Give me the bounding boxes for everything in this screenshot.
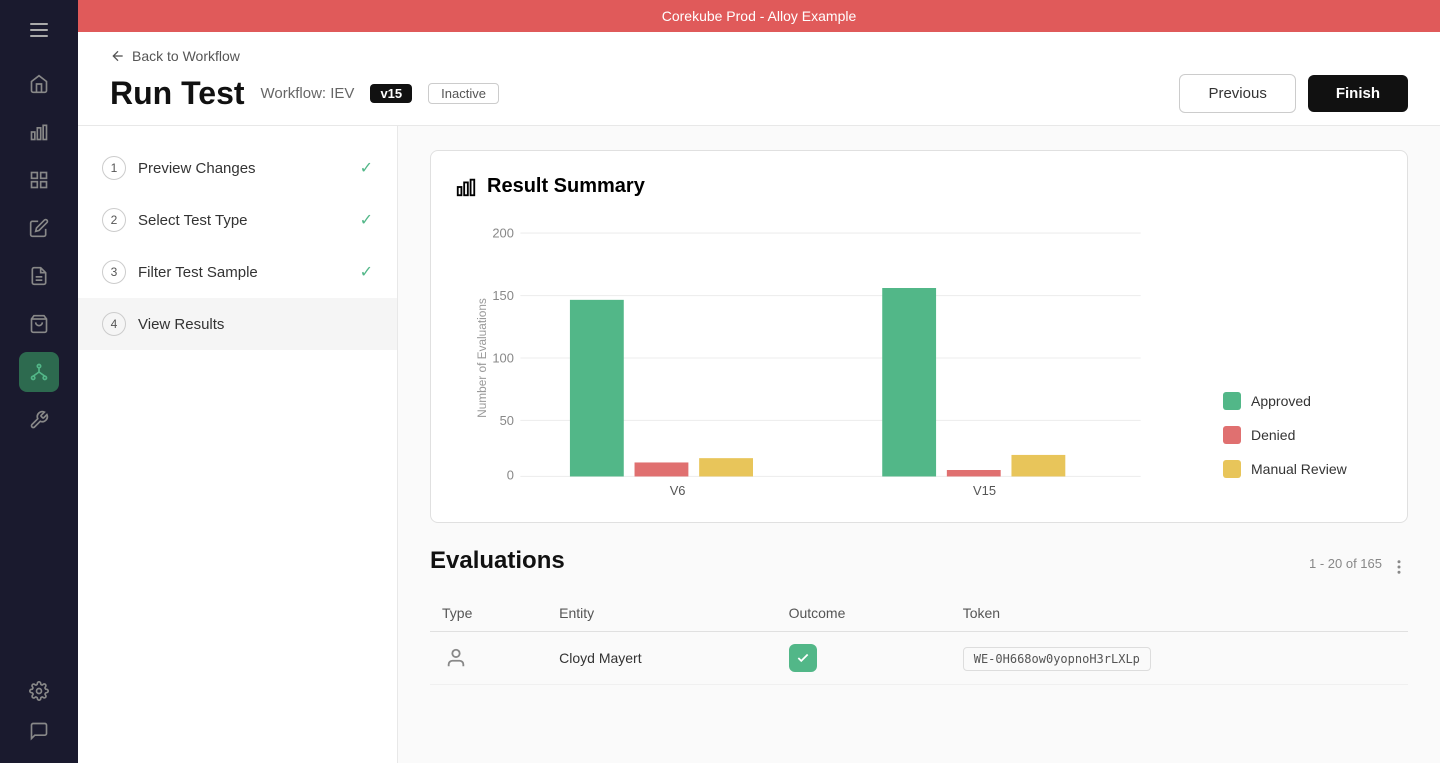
chart-legend: Approved Denied Manual Review (1223, 372, 1383, 498)
outcome-approved-check (789, 644, 817, 672)
step-1-check: ✓ (360, 158, 373, 178)
person-icon (442, 644, 470, 672)
col-entity: Entity (547, 595, 776, 632)
step-filter-test-sample[interactable]: 3 Filter Test Sample ✓ (78, 246, 397, 298)
manual-review-label: Manual Review (1251, 461, 1347, 477)
chart-container: 200 150 100 50 0 Number of Evaluations (455, 218, 1191, 498)
header: Back to Workflow Run Test Workflow: IEV … (78, 32, 1440, 126)
step-4-number: 4 (102, 312, 126, 336)
col-type: Type (430, 595, 547, 632)
finish-button[interactable]: Finish (1308, 75, 1408, 112)
page-title: Run Test (110, 75, 245, 112)
evaluations-table: Type Entity Outcome Token (430, 595, 1408, 685)
v6-denied-bar (635, 462, 689, 476)
tools-icon[interactable] (19, 400, 59, 440)
v6-approved-bar (570, 300, 624, 477)
svg-text:150: 150 (492, 288, 514, 303)
v15-label: V15 (973, 483, 996, 498)
table-row: Cloyd Mayert WE-0H668ow0yopnoH3rLXLp (430, 632, 1408, 685)
v15-manual-bar (1011, 455, 1065, 477)
result-summary-title: Result Summary (455, 175, 1383, 198)
token-value: WE-0H668ow0yopnoH3rLXLp (963, 647, 1151, 671)
denied-label: Denied (1251, 427, 1295, 443)
evaluations-section: Evaluations 1 - 20 of 165 Type Entity Ou… (430, 547, 1408, 685)
back-link[interactable]: Back to Workflow (110, 48, 1408, 64)
row-type (430, 632, 547, 685)
main-panel: Result Summary 200 150 100 50 0 Number o… (398, 126, 1440, 763)
svg-text:0: 0 (507, 468, 514, 483)
body-layout: 1 Preview Changes ✓ 2 Select Test Type ✓… (78, 126, 1440, 763)
step-3-number: 3 (102, 260, 126, 284)
legend-denied: Denied (1223, 426, 1383, 444)
step-3-label: Filter Test Sample (138, 264, 258, 281)
v6-label: V6 (670, 483, 686, 498)
step-2-number: 2 (102, 208, 126, 232)
more-options-icon[interactable] (1390, 558, 1408, 576)
step-1-label: Preview Changes (138, 160, 256, 177)
sidebar (0, 0, 78, 763)
bar-chart: 200 150 100 50 0 Number of Evaluations (455, 218, 1191, 498)
banner-text: Corekube Prod - Alloy Example (662, 8, 857, 24)
previous-button[interactable]: Previous (1179, 74, 1295, 113)
main-content: Corekube Prod - Alloy Example Back to Wo… (78, 0, 1440, 763)
step-4-label: View Results (138, 316, 224, 333)
step-select-test-type[interactable]: 2 Select Test Type ✓ (78, 194, 397, 246)
v15-approved-bar (882, 288, 936, 476)
edit-icon[interactable] (19, 208, 59, 248)
step-3-check: ✓ (360, 262, 373, 282)
chat-icon[interactable] (19, 711, 59, 751)
evaluations-title: Evaluations (430, 547, 565, 575)
approved-color-swatch (1223, 392, 1241, 410)
row-entity: Cloyd Mayert (547, 632, 776, 685)
approved-label: Approved (1251, 393, 1311, 409)
chart-bar-icon[interactable] (19, 112, 59, 152)
legend-approved: Approved (1223, 392, 1383, 410)
v15-denied-bar (947, 470, 1001, 476)
legend-manual-review: Manual Review (1223, 460, 1383, 478)
svg-text:Number of Evaluations: Number of Evaluations (475, 298, 489, 418)
result-summary-card: Result Summary 200 150 100 50 0 Number o… (430, 150, 1408, 523)
row-outcome (777, 632, 951, 685)
document-icon[interactable] (19, 256, 59, 296)
step-2-check: ✓ (360, 210, 373, 230)
chart-area: 200 150 100 50 0 Number of Evaluations (455, 218, 1383, 498)
bag-icon[interactable] (19, 304, 59, 344)
workflow-label: Workflow: IEV (261, 85, 355, 102)
back-label: Back to Workflow (132, 48, 240, 64)
col-outcome: Outcome (777, 595, 951, 632)
svg-text:100: 100 (492, 350, 514, 365)
step-2-label: Select Test Type (138, 212, 248, 229)
svg-text:50: 50 (500, 413, 514, 428)
step-preview-changes[interactable]: 1 Preview Changes ✓ (78, 142, 397, 194)
top-banner: Corekube Prod - Alloy Example (78, 0, 1440, 32)
svg-text:200: 200 (492, 225, 514, 240)
status-badge: Inactive (428, 83, 499, 104)
manual-review-color-swatch (1223, 460, 1241, 478)
grid-icon[interactable] (19, 160, 59, 200)
pagination-info: 1 - 20 of 165 (1309, 556, 1382, 571)
step-1-number: 1 (102, 156, 126, 180)
step-view-results[interactable]: 4 View Results (78, 298, 397, 350)
row-token: WE-0H668ow0yopnoH3rLXLp (951, 632, 1408, 685)
steps-panel: 1 Preview Changes ✓ 2 Select Test Type ✓… (78, 126, 398, 763)
chart-icon (455, 176, 477, 198)
home-icon[interactable] (19, 64, 59, 104)
v6-manual-bar (699, 458, 753, 476)
version-badge: v15 (370, 84, 412, 103)
sidebar-toggle[interactable] (21, 12, 57, 48)
col-token: Token (951, 595, 1408, 632)
settings-icon[interactable] (19, 671, 59, 711)
workflow-icon[interactable] (19, 352, 59, 392)
result-summary-label: Result Summary (487, 175, 645, 198)
denied-color-swatch (1223, 426, 1241, 444)
